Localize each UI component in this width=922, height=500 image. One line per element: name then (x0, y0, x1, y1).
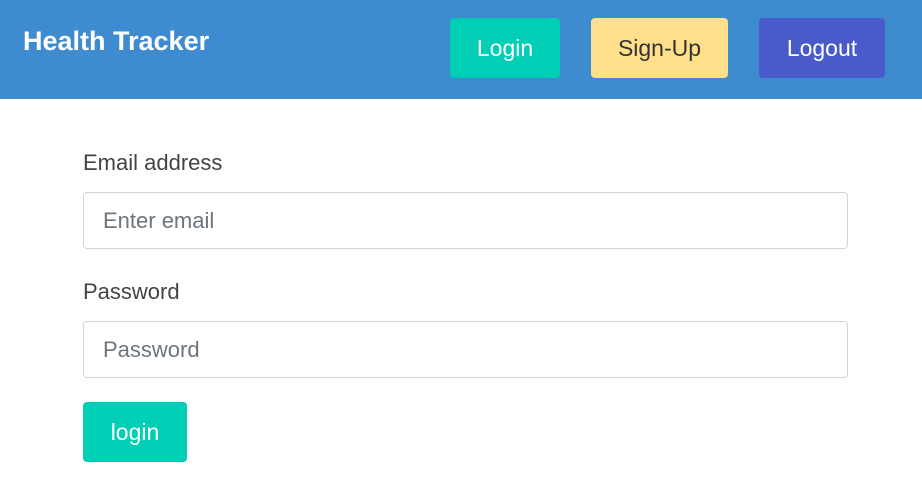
nav-signup-button[interactable]: Sign-Up (591, 18, 728, 78)
login-submit-button[interactable]: login (83, 402, 187, 462)
brand-title[interactable]: Health Tracker (23, 22, 209, 60)
nav-login-button[interactable]: Login (450, 18, 560, 78)
password-field[interactable] (83, 321, 848, 378)
navbar: Health Tracker Login Sign-Up Logout (0, 0, 922, 99)
password-label: Password (83, 279, 180, 304)
nav-logout-button[interactable]: Logout (759, 18, 885, 78)
email-field[interactable] (83, 192, 848, 249)
email-label: Email address (83, 150, 223, 175)
